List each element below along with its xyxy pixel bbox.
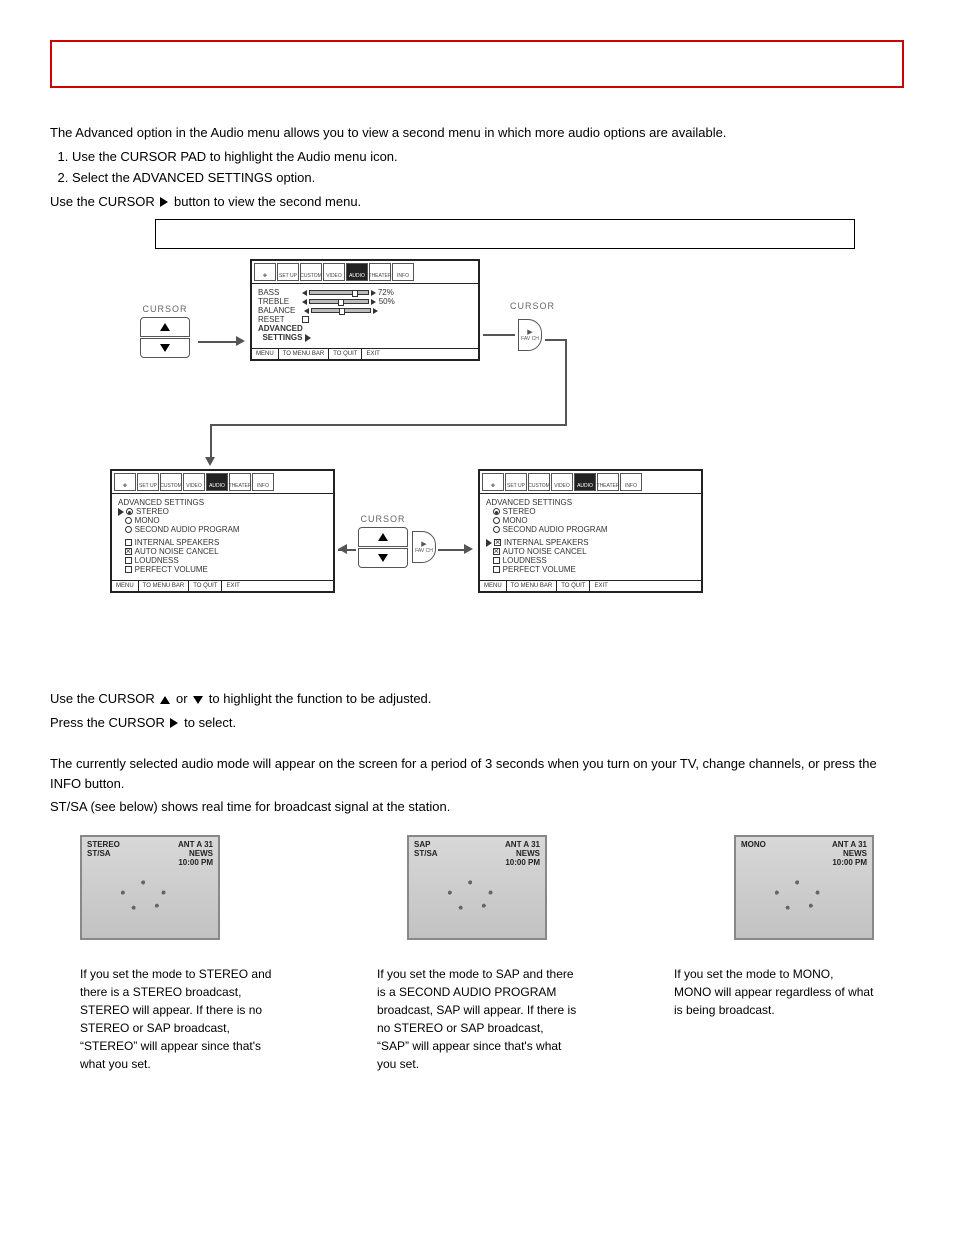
adv-title: ADVANCED SETTINGS	[118, 498, 327, 507]
advanced-arrow-icon	[305, 334, 311, 342]
item-settings: SETTINGS	[262, 333, 302, 342]
radio-stereo[interactable]: STEREO	[136, 507, 169, 516]
thumb3-mode: MONO	[741, 840, 766, 849]
move-icon: ✥	[254, 263, 276, 281]
caption-sap: If you set the mode to SAP and there is …	[377, 965, 577, 1073]
radio-sap[interactable]: SECOND AUDIO PROGRAM	[135, 525, 240, 534]
caption-stereo: If you set the mode to STEREO and there …	[80, 965, 280, 1073]
reset-checkbox[interactable]	[302, 316, 309, 323]
cursor-down-button[interactable]	[140, 338, 190, 358]
audio-mode-2: ST/SA (see below) shows real time for br…	[50, 797, 904, 817]
treble-pct: 50%	[379, 297, 395, 306]
tab-custom[interactable]: CUSTOM	[300, 263, 322, 281]
fav-ch-button-1[interactable]: ▶ FAV CH	[518, 319, 542, 351]
cursor-label-2: CURSOR	[510, 301, 555, 314]
intro-p2: Use the CURSOR button to view the second…	[50, 192, 904, 212]
cursor-label: CURSOR	[140, 304, 190, 314]
osd-advanced-2: ✥ SET UP CUSTOM VIDEO AUDIO THEATER INFO…	[478, 469, 703, 593]
osd-advanced-1: ✥ SET UP CUSTOM VIDEO AUDIO THEATER INFO…	[110, 469, 335, 593]
flow-diagram: CURSOR ✥ SET UP CUSTOM VIDEO AUDIO THEAT…	[140, 259, 840, 679]
post-line1: Use the CURSOR or to highlight the funct…	[50, 689, 904, 709]
subsection-box	[155, 219, 855, 249]
tab-video[interactable]: VIDEO	[323, 263, 345, 281]
cursor-pad-2: CURSOR	[358, 514, 408, 568]
step-2: Select the ADVANCED SETTINGS option.	[72, 168, 904, 188]
chk-perfectvol[interactable]: PERFECT VOLUME	[135, 565, 208, 574]
bass-pct: 72%	[378, 288, 394, 297]
cursor-pad-1: CURSOR	[140, 304, 190, 358]
arrowhead-1	[236, 336, 245, 346]
fav-ch-button-2[interactable]: ▶FAV CH	[412, 531, 436, 563]
intro-p1: The Advanced option in the Audio menu al…	[50, 123, 904, 143]
fav-arrow-icon: ▶	[527, 328, 532, 336]
item-treble: TREBLE	[258, 297, 289, 306]
cursor-down-button-2[interactable]	[358, 548, 408, 568]
thumb-sap: SAP ST/SA ANT A 31 NEWS 10:00 PM	[407, 835, 547, 940]
icon-bar: ✥ SET UP CUSTOM VIDEO AUDIO THEATER INFO	[252, 261, 478, 284]
thumb1-mode: STEREO	[87, 840, 120, 849]
tab-setup[interactable]: SET UP	[277, 263, 299, 281]
osd-body: BASS 72% TREBLE 50% BALANCE RESET ADVANC…	[252, 284, 478, 348]
osd-audio-main: ✥ SET UP CUSTOM VIDEO AUDIO THEATER INFO…	[250, 259, 480, 361]
treble-slider[interactable]	[309, 299, 369, 304]
thumb2-mode: SAP	[414, 840, 438, 849]
cursor-up-button[interactable]	[140, 317, 190, 337]
thumb-mono: MONO ANT A 31 NEWS 10:00 PM	[734, 835, 874, 940]
item-advanced: ADVANCED	[258, 324, 303, 333]
item-reset: RESET	[258, 315, 285, 324]
cursor-down-icon	[193, 696, 203, 704]
bass-slider[interactable]	[309, 290, 369, 295]
thumb-stereo: STEREO ST/SA ANT A 31 NEWS 10:00 PM	[80, 835, 220, 940]
tab-theater[interactable]: THEATER	[369, 263, 391, 281]
down-icon	[160, 344, 170, 352]
item-balance: BALANCE	[258, 306, 295, 315]
audio-mode-text: The currently selected audio mode will a…	[50, 754, 904, 817]
item-bass: BASS	[258, 288, 279, 297]
post-diagram-text: Use the CURSOR or to highlight the funct…	[50, 689, 904, 732]
cursor-right-icon	[160, 197, 168, 207]
tab-info[interactable]: INFO	[392, 263, 414, 281]
thumb-captions: If you set the mode to STEREO and there …	[80, 965, 874, 1073]
intro-text: The Advanced option in the Audio menu al…	[50, 123, 904, 211]
caption-mono: If you set the mode to MONO, MONO will a…	[674, 965, 874, 1073]
intro-steps: Use the CURSOR PAD to highlight the Audi…	[50, 147, 904, 188]
post-line2: Press the CURSOR to select.	[50, 713, 904, 733]
chk-speakers[interactable]: INTERNAL SPEAKERS	[135, 538, 220, 547]
cursor-up-icon	[160, 696, 170, 704]
step-1: Use the CURSOR PAD to highlight the Audi…	[72, 147, 904, 167]
balance-slider[interactable]	[311, 308, 371, 313]
chk-noise[interactable]: AUTO NOISE CANCEL	[135, 547, 219, 556]
screenshot-thumbs: STEREO ST/SA ANT A 31 NEWS 10:00 PM SAP …	[80, 835, 874, 940]
thumb2-stsa: ST/SA	[414, 849, 438, 858]
chk-loudness[interactable]: LOUDNESS	[135, 556, 179, 565]
audio-mode-1: The currently selected audio mode will a…	[50, 754, 904, 793]
up-icon	[160, 323, 170, 331]
tab-audio[interactable]: AUDIO	[346, 263, 368, 281]
cursor-right-icon-2	[170, 718, 178, 728]
osd-footer: MENU TO MENU BAR TO QUIT EXIT	[252, 348, 478, 359]
selector-icon	[118, 508, 124, 516]
cursor-up-button-2[interactable]	[358, 527, 408, 547]
selector-icon-2	[486, 539, 492, 547]
radio-mono[interactable]: MONO	[135, 516, 160, 525]
arrow-1	[198, 341, 238, 343]
thumb1-stsa: ST/SA	[87, 849, 120, 858]
section-title-box	[50, 40, 904, 88]
